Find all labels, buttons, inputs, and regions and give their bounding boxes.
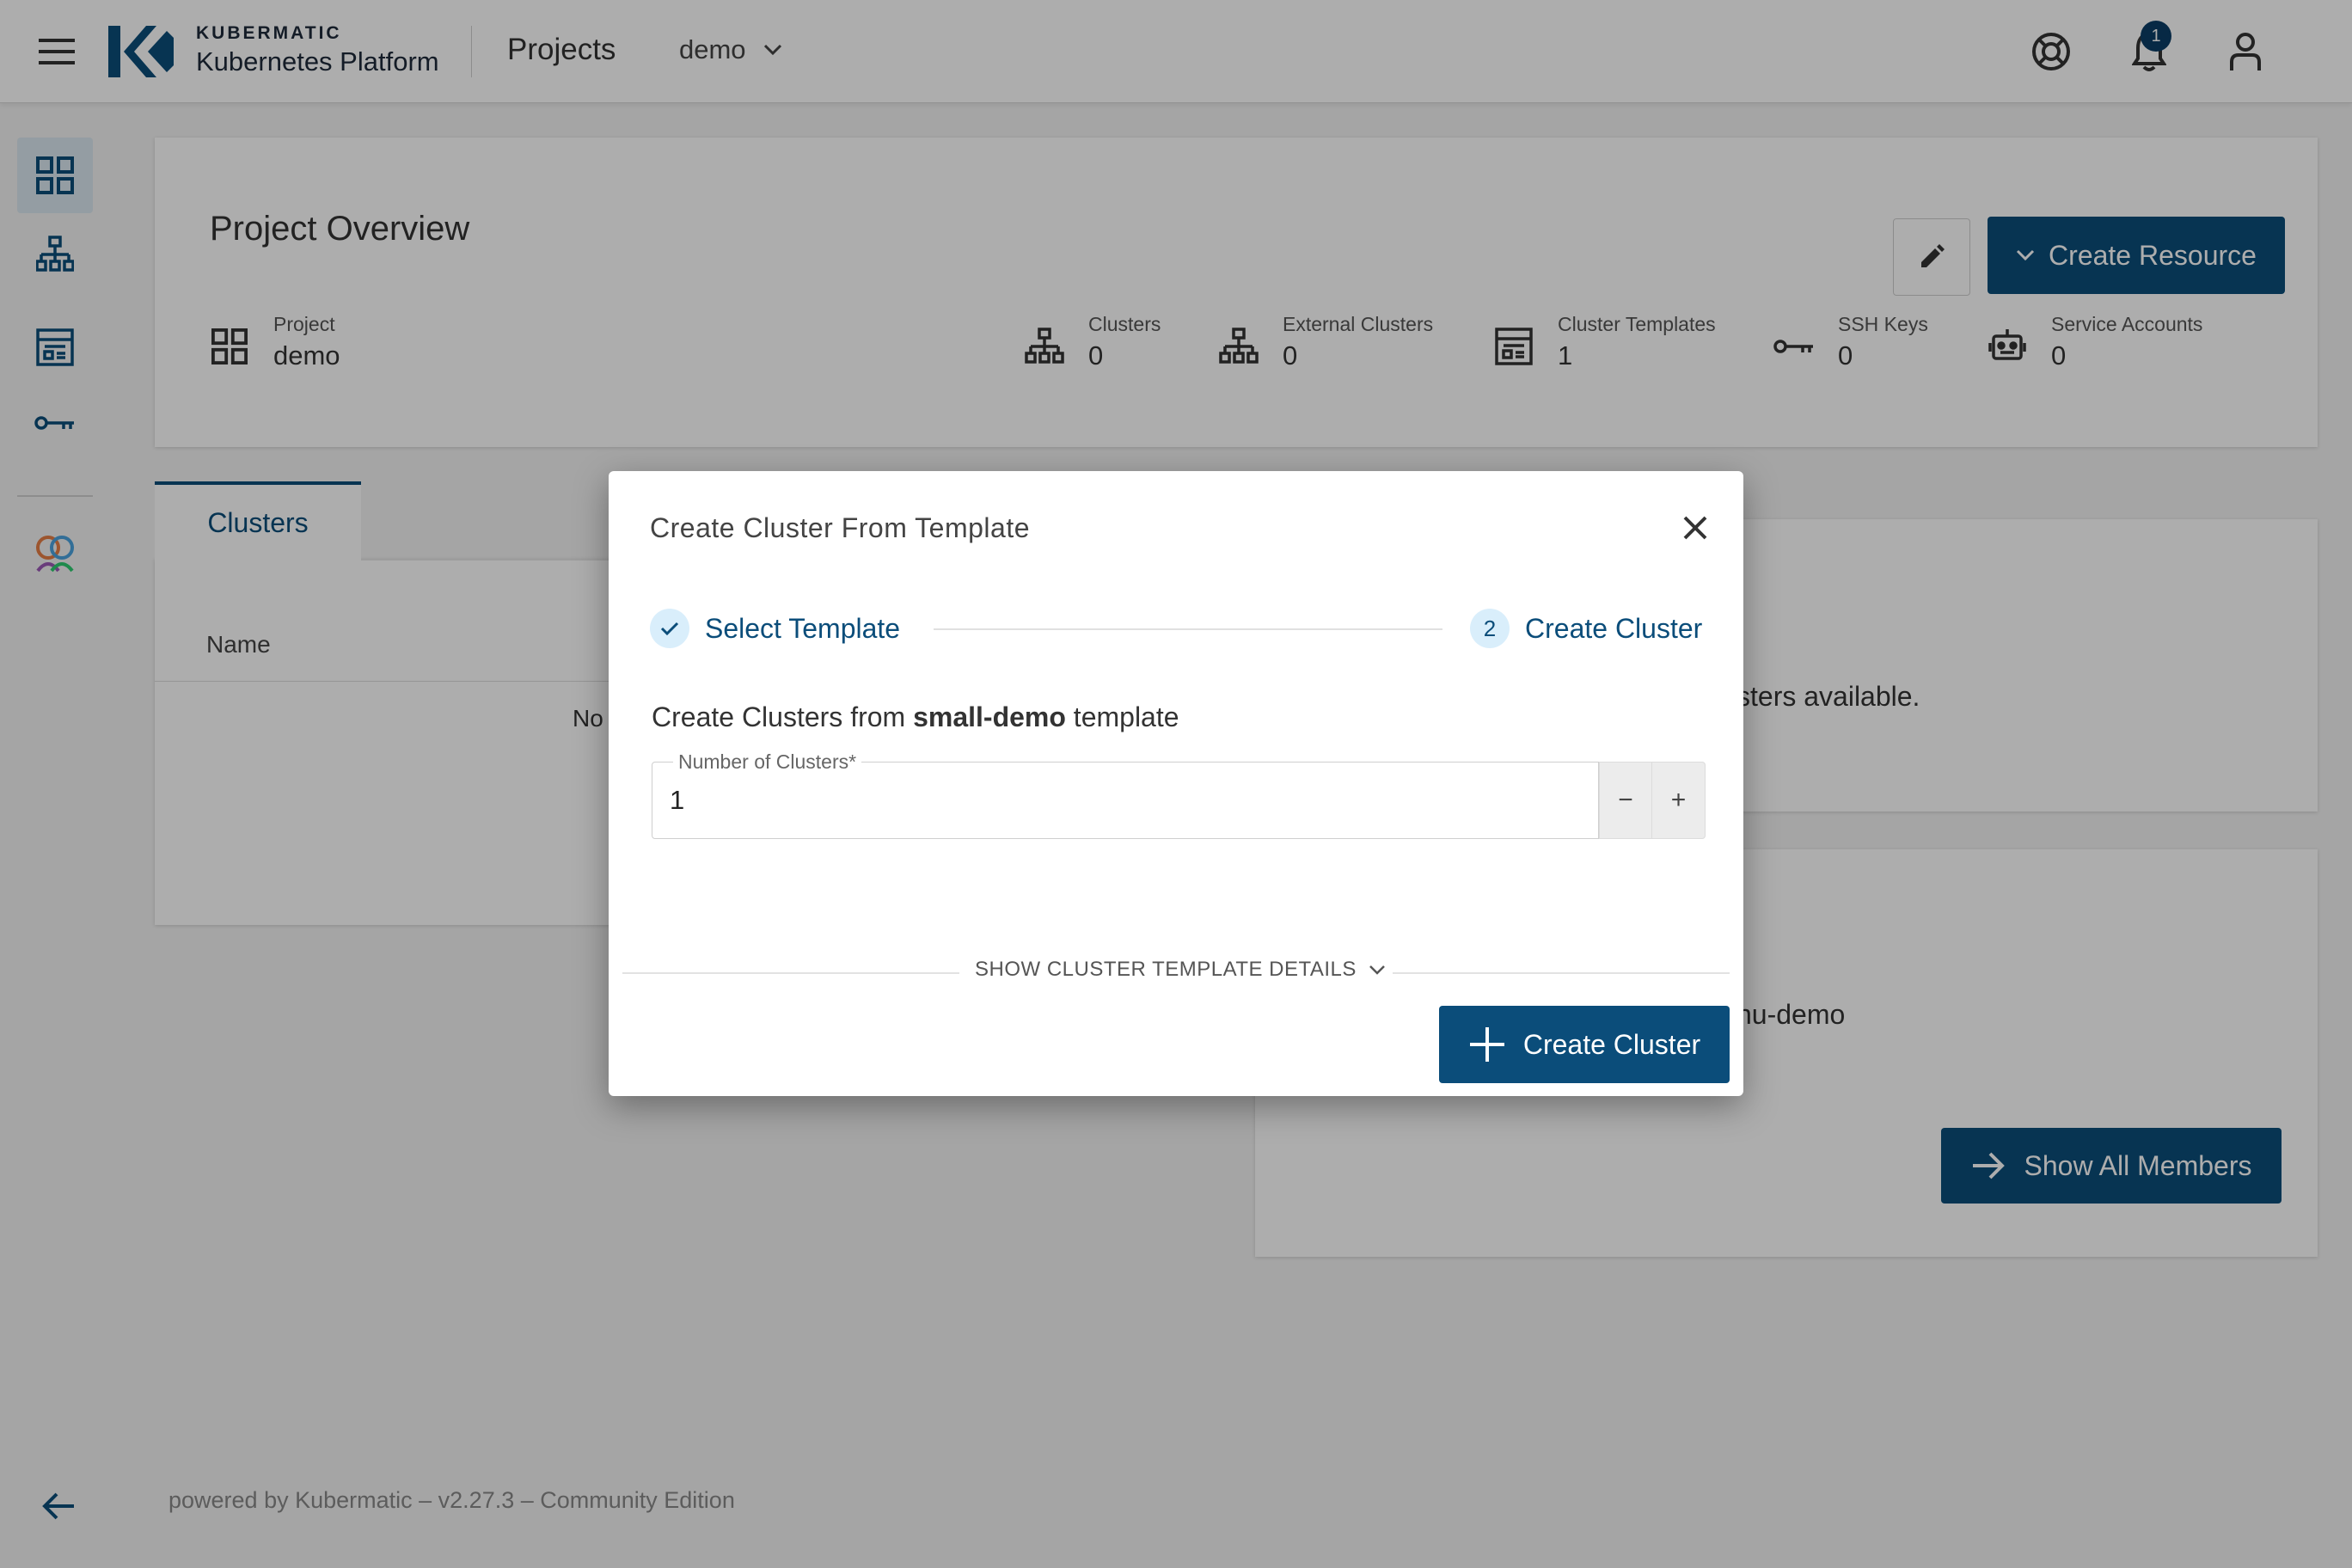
create-cluster-button[interactable]: Create Cluster bbox=[1439, 1006, 1730, 1083]
template-name: small-demo bbox=[913, 701, 1066, 732]
dialog-description: Create Clusters from small-demo template bbox=[652, 701, 1179, 733]
check-icon bbox=[650, 609, 689, 648]
step-create-cluster-label: Create Cluster bbox=[1525, 612, 1703, 644]
step-number-badge: 2 bbox=[1470, 609, 1510, 648]
description-prefix: Create Clusters from bbox=[652, 701, 914, 732]
description-suffix: template bbox=[1065, 701, 1179, 732]
number-of-clusters-label: Number of Clusters* bbox=[673, 750, 862, 774]
stepper-connector-line bbox=[934, 628, 1442, 630]
close-icon[interactable] bbox=[1671, 504, 1719, 552]
dialog-title: Create Cluster From Template bbox=[650, 512, 1030, 543]
details-divider-right bbox=[1393, 972, 1730, 974]
number-of-clusters-field[interactable]: Number of Clusters* 1 bbox=[652, 750, 1599, 839]
create-cluster-from-template-dialog: Create Cluster From Template Select Temp… bbox=[609, 471, 1743, 1096]
decrement-button[interactable]: − bbox=[1599, 762, 1652, 839]
chevron-down-icon bbox=[1369, 965, 1385, 975]
increment-button[interactable]: + bbox=[1652, 762, 1706, 839]
show-template-details-label: SHOW CLUSTER TEMPLATE DETAILS bbox=[975, 958, 1357, 981]
step-select-template-label: Select Template bbox=[705, 612, 901, 644]
show-template-details-toggle[interactable]: SHOW CLUSTER TEMPLATE DETAILS bbox=[975, 958, 1386, 982]
step-select-template[interactable]: Select Template bbox=[650, 609, 900, 648]
number-of-clusters-input[interactable]: 1 bbox=[670, 785, 684, 816]
create-cluster-label: Create Cluster bbox=[1522, 1028, 1701, 1060]
step-create-cluster[interactable]: 2 Create Cluster bbox=[1470, 609, 1702, 648]
details-divider-left bbox=[622, 972, 959, 974]
plus-icon bbox=[1469, 1027, 1504, 1062]
